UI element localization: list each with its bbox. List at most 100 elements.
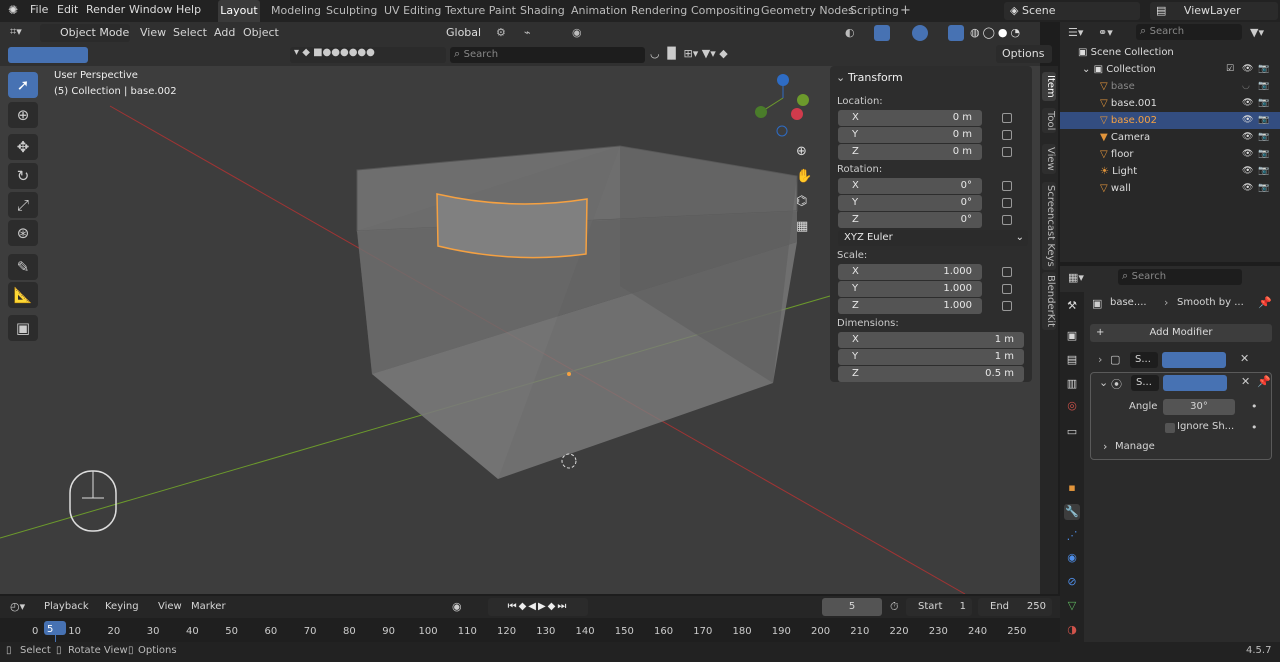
angle-field[interactable]: 30° bbox=[1163, 399, 1235, 415]
overlay-toggle-icon[interactable] bbox=[912, 25, 928, 41]
cursor-tool[interactable]: ⊕ bbox=[8, 102, 38, 128]
lock-icon[interactable] bbox=[1002, 267, 1012, 277]
eye-icon[interactable]: 👁 bbox=[1242, 180, 1253, 197]
tool-tab-icon[interactable]: ⚒ bbox=[1064, 298, 1080, 314]
checkbox-icon[interactable]: ☑ bbox=[1226, 61, 1234, 78]
world-tab-icon[interactable]: ▭ bbox=[1064, 424, 1080, 440]
scale-y-field[interactable]: Y 1.000 bbox=[838, 281, 982, 297]
select-mode-buttons[interactable] bbox=[8, 47, 88, 63]
rotation-mode-dropdown[interactable]: XYZ Euler ⌄ bbox=[838, 230, 1028, 246]
tree-item-base002[interactable]: ▽ base.002 👁 📷 bbox=[1060, 112, 1280, 129]
playback-controls[interactable]: ⏮◆◀▶◆⏭ bbox=[488, 598, 588, 616]
current-frame-field[interactable]: 5 bbox=[822, 598, 882, 616]
dimension-y-field[interactable]: Y 1 m bbox=[838, 349, 1024, 365]
menu-file[interactable]: File bbox=[30, 3, 48, 16]
constraints-tab-icon[interactable]: ⊘ bbox=[1064, 574, 1080, 590]
scene-selector[interactable]: ◈ Scene bbox=[1004, 2, 1140, 20]
outliner-search-input[interactable]: ⌕ Search bbox=[1136, 24, 1242, 40]
tab-shading[interactable]: Shading bbox=[520, 0, 565, 22]
ignore-sharp-checkbox[interactable] bbox=[1165, 423, 1175, 433]
scene-tab-icon[interactable]: ◎ bbox=[1064, 398, 1080, 414]
data-tab-icon[interactable]: ▽ bbox=[1064, 598, 1080, 614]
tree-collection[interactable]: ⌄ ▣ Collection ☑ 👁 📷 bbox=[1060, 61, 1280, 78]
tab-modeling[interactable]: Modeling bbox=[271, 0, 321, 22]
shading-modes[interactable]: ◍◯●◔ bbox=[970, 26, 1023, 39]
eye-icon[interactable]: 👁 bbox=[1242, 95, 1253, 112]
menu-view[interactable]: View bbox=[140, 26, 166, 39]
menu-keying[interactable]: Keying bbox=[105, 601, 139, 612]
menu-render[interactable]: Render bbox=[86, 3, 125, 16]
pin-icon[interactable]: 📌 bbox=[1257, 375, 1271, 388]
collection-visibility-icons[interactable]: ▾ ◆ ■●●●●●● bbox=[290, 47, 446, 63]
modifier-visibility-toggles[interactable] bbox=[1162, 352, 1226, 368]
menu-playback[interactable]: Playback bbox=[44, 601, 89, 612]
proportional-edit-icon[interactable]: ◉ bbox=[572, 26, 582, 39]
close-icon[interactable]: ✕ bbox=[1240, 352, 1249, 365]
camera-icon[interactable]: 📷 bbox=[1258, 146, 1269, 163]
lock-icon[interactable] bbox=[1002, 284, 1012, 294]
rotate-tool[interactable]: ↻ bbox=[8, 163, 38, 189]
close-icon[interactable]: ✕ bbox=[1241, 375, 1250, 388]
record-icon[interactable]: ◉ bbox=[452, 600, 462, 613]
camera-icon[interactable]: 📷 bbox=[1258, 180, 1269, 197]
menu-add[interactable]: Add bbox=[214, 26, 235, 39]
add-workspace-icon[interactable]: + bbox=[900, 0, 911, 22]
camera-icon[interactable]: 📷 bbox=[1258, 95, 1269, 112]
render-tab-icon[interactable]: ▣ bbox=[1064, 328, 1080, 344]
scale-tool[interactable]: ⤢ bbox=[8, 192, 38, 218]
menu-window[interactable]: Window bbox=[129, 3, 172, 16]
tab-compositing[interactable]: Compositing bbox=[691, 0, 760, 22]
properties-search-input[interactable]: ⌕ Search bbox=[1118, 269, 1242, 285]
expand-chevron-icon[interactable]: › bbox=[1103, 440, 1107, 453]
tab-layout[interactable]: Layout bbox=[218, 0, 260, 22]
node-socket-icon[interactable]: • bbox=[1251, 400, 1258, 413]
scale-x-field[interactable]: X 1.000 bbox=[838, 264, 982, 280]
gizmo-toggle-icon[interactable] bbox=[874, 25, 890, 41]
lock-icon[interactable] bbox=[1002, 301, 1012, 311]
lock-icon[interactable] bbox=[1002, 147, 1012, 157]
collapse-chevron-icon[interactable]: ⌄ bbox=[836, 71, 845, 84]
expand-chevron-icon[interactable]: › bbox=[1098, 353, 1102, 366]
options-dropdown[interactable]: Options bbox=[996, 45, 1052, 63]
lock-icon[interactable] bbox=[1002, 113, 1012, 123]
rotation-x-field[interactable]: X 0° bbox=[838, 178, 982, 194]
dimension-z-field[interactable]: Z 0.5 m bbox=[838, 366, 1024, 382]
pan-hand-icon[interactable]: ✋ bbox=[796, 169, 814, 187]
scale-z-field[interactable]: Z 1.000 bbox=[838, 298, 982, 314]
tree-item-base[interactable]: ▽ base ◡ 📷 bbox=[1060, 78, 1280, 95]
camera-icon[interactable]: 📷 bbox=[1258, 129, 1269, 146]
blender-logo-icon[interactable]: ✺ bbox=[8, 3, 18, 17]
start-frame-field[interactable]: Start 1 bbox=[906, 598, 972, 616]
lock-icon[interactable] bbox=[1002, 198, 1012, 208]
tree-item-base001[interactable]: ▽ base.001 👁 📷 bbox=[1060, 95, 1280, 112]
move-tool[interactable]: ✥ bbox=[8, 134, 38, 160]
viewlayer-selector[interactable]: ▤ ViewLayer bbox=[1150, 2, 1278, 20]
visibility-icon[interactable]: ◐ bbox=[845, 26, 855, 39]
tab-screencast-keys[interactable]: Screencast Keys bbox=[1042, 182, 1056, 270]
collapse-chevron-icon[interactable]: ⌄ bbox=[1099, 376, 1108, 389]
outliner-type-icon[interactable]: ☰▾ bbox=[1068, 26, 1083, 39]
view-layer-tab-icon[interactable]: ▥ bbox=[1064, 376, 1080, 392]
tab-tool[interactable]: Tool bbox=[1042, 108, 1056, 134]
tree-item-wall[interactable]: ▽ wall 👁 📷 bbox=[1060, 180, 1280, 197]
stopwatch-icon[interactable]: ⏱ bbox=[890, 600, 899, 614]
material-tab-icon[interactable]: ◑ bbox=[1064, 622, 1080, 638]
manage-section[interactable]: Manage bbox=[1115, 441, 1155, 452]
filter-icon[interactable]: ◡ ▐▌ ⊞▾ ▼▾ ◆ bbox=[650, 47, 728, 60]
transform-orientation[interactable]: Global bbox=[426, 24, 490, 42]
tab-animation[interactable]: Animation bbox=[571, 0, 627, 22]
tree-item-camera[interactable]: ▼ Camera 👁 📷 bbox=[1060, 129, 1280, 146]
modifier-name-field[interactable]: S... bbox=[1130, 352, 1158, 368]
eye-icon[interactable]: 👁 bbox=[1242, 61, 1253, 78]
mode-selector[interactable]: Object Mode bbox=[40, 24, 130, 42]
measure-tool[interactable]: 📐 bbox=[8, 282, 38, 308]
tab-scripting[interactable]: Scripting bbox=[850, 0, 899, 22]
properties-type-icon[interactable]: ▦▾ bbox=[1068, 271, 1084, 284]
pivot-icon[interactable]: ⚙ bbox=[496, 26, 506, 39]
transform-tool[interactable]: ⊛ bbox=[8, 220, 38, 246]
lock-icon[interactable] bbox=[1002, 215, 1012, 225]
eye-icon[interactable]: 👁 bbox=[1242, 146, 1253, 163]
tab-view[interactable]: View bbox=[1042, 144, 1056, 174]
menu-edit[interactable]: Edit bbox=[57, 3, 78, 16]
snap-icon[interactable]: ⌁ bbox=[524, 26, 531, 39]
